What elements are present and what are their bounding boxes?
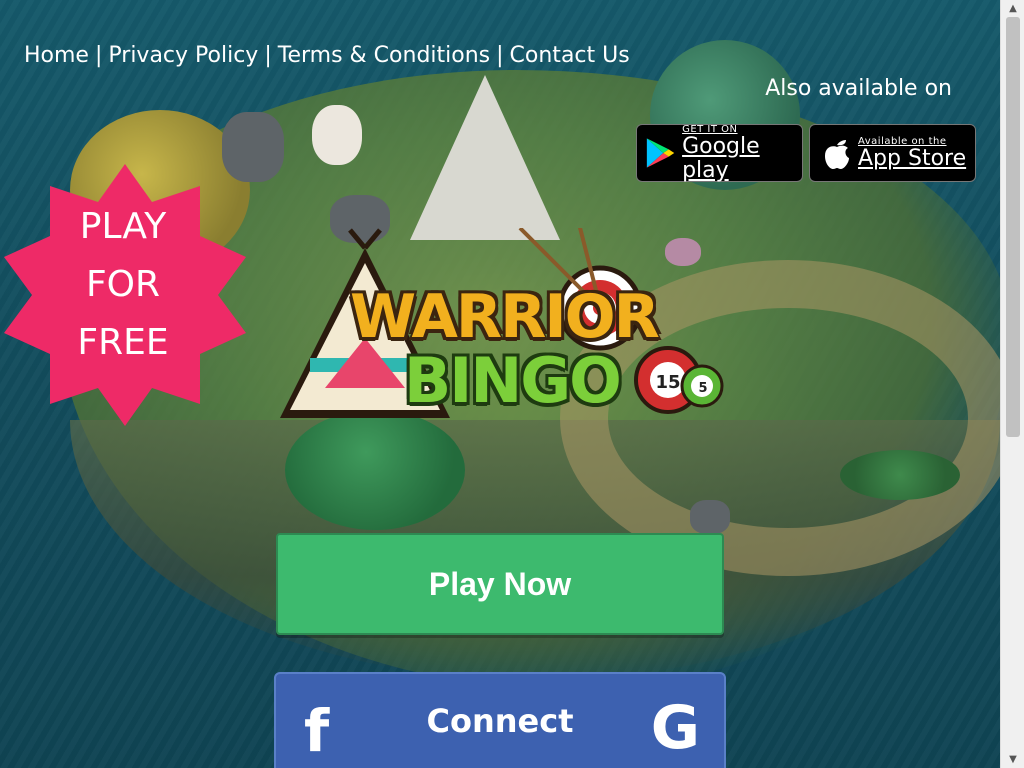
scroll-up-arrow-icon[interactable]: ▲ [1001,0,1024,17]
nav-terms-link[interactable]: Terms & Conditions [278,43,490,68]
app-store-small-text: Available on the [858,135,947,147]
logo-ball-number: 15 [655,372,680,393]
rock [690,500,730,534]
nav-separator: | [264,43,272,68]
google-icon: G [650,693,700,763]
promo-line-2: FOR [85,264,161,305]
nav-contact-link[interactable]: Contact Us [510,43,630,68]
app-store-badge[interactable]: Available on the App Store [809,124,976,182]
google-play-small-text: GET IT ON [682,123,738,135]
top-nav: Home | Privacy Policy | Terms & Conditions | C… [24,43,630,68]
vertical-scrollbar[interactable]: ▲ ▼ [1000,0,1024,768]
play-now-button[interactable]: Play Now [276,533,724,635]
scrollbar-thumb[interactable] [1006,17,1020,437]
promo-line-1: PLAY [79,206,167,247]
nav-privacy-link[interactable]: Privacy Policy [108,43,258,68]
sheep-figure [312,105,362,165]
google-play-big-text: Google play [682,133,760,183]
game-landing-stage: Home | Privacy Policy | Terms & Conditions | C… [0,0,1000,768]
app-store-big-text: App Store [858,145,967,171]
scroll-down-arrow-icon[interactable]: ▼ [1001,751,1024,768]
nav-separator: | [496,43,504,68]
logo-word-warrior: WARRIOR [350,282,660,352]
teepee-tent [410,75,560,240]
logo-ball-number: 5 [698,381,707,396]
nav-separator: | [94,43,103,68]
connect-button[interactable]: f Connect G [274,672,726,768]
promo-line-3: FREE [77,322,169,363]
small-bush [840,450,960,500]
google-play-badge[interactable]: GET IT ON Google play [636,124,803,182]
google-play-icon [646,138,675,168]
logo-word-bingo: BINGO [404,344,622,417]
nav-home-link[interactable]: Home [24,43,89,68]
play-for-free-text: PLAY FOR FREE [0,198,246,372]
also-available-label: Also available on [765,76,952,101]
apple-icon [825,140,849,169]
green-bush [285,410,465,530]
